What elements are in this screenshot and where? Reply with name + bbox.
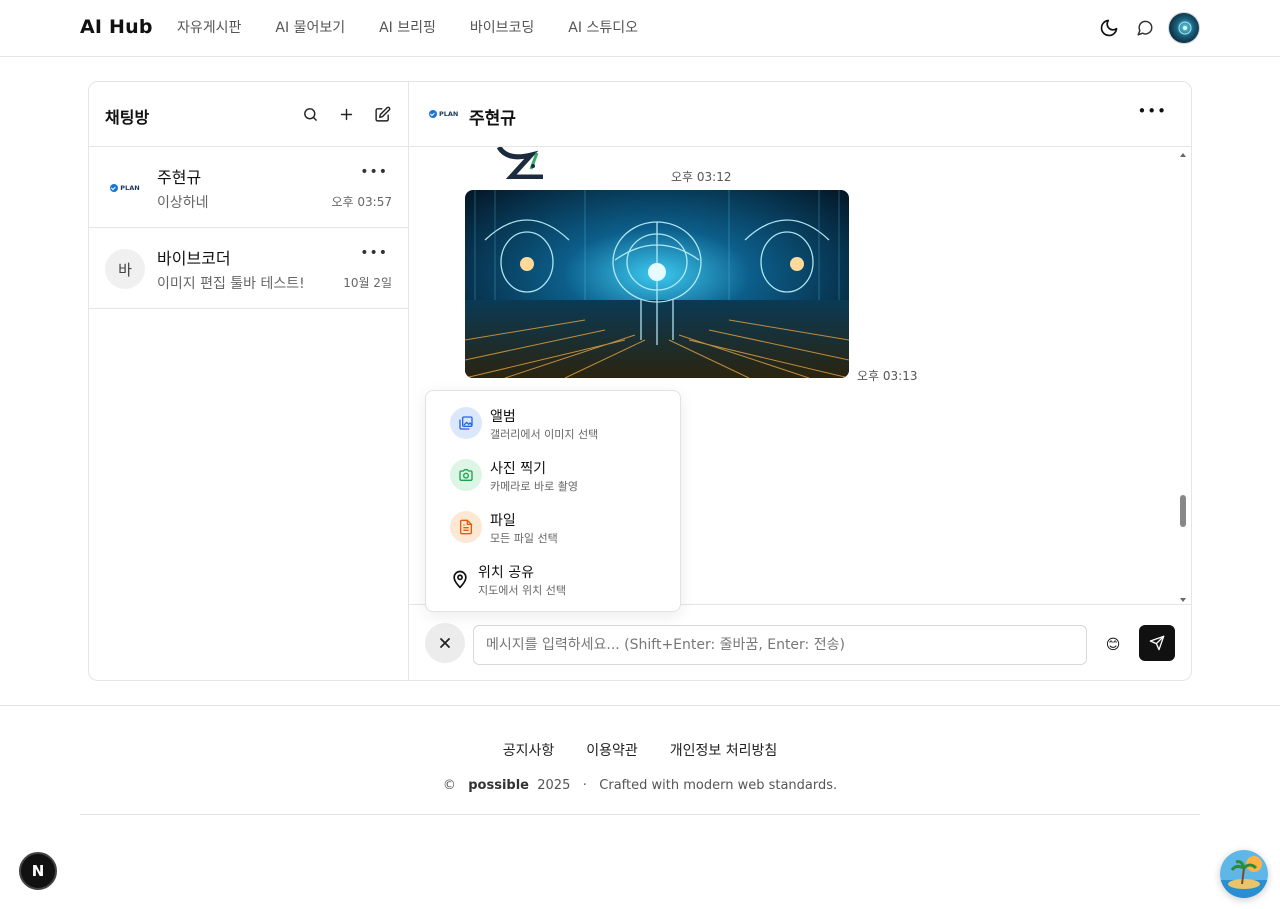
- dark-mode-toggle[interactable]: [1096, 12, 1122, 44]
- send-icon: [1149, 635, 1165, 651]
- room-avatar: PLAN: [105, 168, 145, 208]
- search-button[interactable]: [298, 102, 322, 126]
- ai-brain-image[interactable]: [465, 190, 849, 378]
- nav-ai-ask[interactable]: AI 물어보기: [258, 18, 362, 38]
- message-time: 오후 03:12: [671, 170, 732, 184]
- attach-location[interactable]: 위치 공유 지도에서 위치 선택: [426, 555, 680, 607]
- nav-ai-studio[interactable]: AI 스튜디오: [551, 18, 655, 38]
- sidebar-tools: [298, 102, 394, 126]
- attach-subtitle: 지도에서 위치 선택: [478, 584, 566, 597]
- chat-button[interactable]: [1132, 12, 1158, 44]
- file-icon: [450, 511, 482, 543]
- chat-sidebar: 채팅방 PLAN 주현규 이상하네 오후 03:57 ••• 바 바이브코더 이…: [89, 82, 409, 680]
- close-icon: [440, 638, 450, 648]
- nav-free-board[interactable]: 자유게시판: [160, 18, 258, 38]
- scrollbar-thumb[interactable]: [1180, 495, 1186, 527]
- close-attach-button[interactable]: [425, 623, 465, 663]
- brand-logo[interactable]: AI Hub: [80, 16, 153, 38]
- footer-separator: ·: [582, 778, 587, 793]
- check-icon: [110, 184, 119, 192]
- send-button[interactable]: [1139, 625, 1175, 661]
- footer: 공지사항 이용약관 개인정보 처리방침 © possible 2025 · Cr…: [0, 705, 1280, 815]
- composer: 😊: [409, 604, 1191, 680]
- nav-vibe-coding[interactable]: 바이브코딩: [453, 18, 551, 38]
- emoji-icon[interactable]: 😊: [1101, 633, 1125, 657]
- room-avatar: 바: [105, 249, 145, 289]
- sidebar-header: 채팅방: [89, 82, 408, 147]
- compose-button[interactable]: [370, 102, 394, 126]
- message-time: 오후 03:13: [857, 369, 918, 383]
- attach-title: 파일: [490, 513, 516, 529]
- scrollbar[interactable]: [1179, 152, 1187, 603]
- attach-subtitle: 모든 파일 선택: [490, 532, 558, 545]
- divider: [80, 814, 1200, 815]
- chat-header: PLAN 주현규 •••: [409, 82, 1191, 147]
- chat-partner-name: 주현규: [469, 109, 516, 129]
- attach-file[interactable]: 파일 모든 파일 선택: [426, 503, 680, 555]
- more-icon[interactable]: •••: [360, 245, 388, 261]
- more-icon[interactable]: •••: [360, 164, 388, 180]
- footer-link-privacy[interactable]: 개인정보 처리방침: [670, 740, 778, 760]
- room-name: 주현규: [157, 168, 202, 187]
- attach-title: 앨범: [490, 409, 516, 425]
- sidebar-title: 채팅방: [105, 108, 150, 127]
- footer-link-notice[interactable]: 공지사항: [503, 740, 555, 760]
- nav-ai-briefing[interactable]: AI 브리핑: [362, 18, 453, 38]
- chat-options-icon[interactable]: •••: [1137, 102, 1167, 120]
- gallery-icon: [450, 407, 482, 439]
- footer-links: 공지사항 이용약관 개인정보 처리방침: [0, 740, 1280, 760]
- room-last-message: 이미지 편집 툴바 테스트!: [157, 276, 305, 292]
- attach-album[interactable]: 앨범 갤러리에서 이미지 선택: [426, 399, 680, 451]
- attach-subtitle: 카메라로 바로 촬영: [490, 480, 578, 493]
- footer-year: 2025: [537, 778, 571, 793]
- attach-title: 위치 공유: [478, 565, 534, 581]
- chat-plan-logo: PLAN: [429, 110, 458, 118]
- header-actions: [1096, 12, 1200, 44]
- room-item[interactable]: PLAN 주현규 이상하네 오후 03:57 •••: [89, 147, 408, 228]
- plus-icon: [340, 108, 352, 120]
- room-item[interactable]: 바 바이브코더 이미지 편집 툴바 테스트! 10월 2일 •••: [89, 228, 408, 309]
- search-icon: [303, 107, 317, 121]
- map-pin-icon: [450, 569, 470, 593]
- check-icon: [429, 110, 437, 118]
- message-circle-icon: [1137, 20, 1153, 36]
- attach-title: 사진 찍기: [490, 461, 546, 477]
- copyright: © possible 2025 · Crafted with modern we…: [0, 778, 1280, 793]
- attach-menu: 앨범 갤러리에서 이미지 선택 사진 찍기 카메라로 바로 촬영 파일 모든 파…: [425, 390, 681, 612]
- partial-image: [497, 147, 543, 179]
- attach-camera[interactable]: 사진 찍기 카메라로 바로 촬영: [426, 451, 680, 503]
- room-time: 오후 03:57: [331, 195, 392, 209]
- footer-tagline: Crafted with modern web standards.: [599, 778, 838, 793]
- attach-subtitle: 갤러리에서 이미지 선택: [490, 428, 599, 441]
- plan-logo-text: PLAN: [439, 110, 459, 118]
- room-name: 바이브코더: [157, 249, 231, 268]
- message-input[interactable]: [473, 625, 1087, 665]
- island-avatar-button[interactable]: [1220, 850, 1268, 898]
- camera-icon: [450, 459, 482, 491]
- footer-link-terms[interactable]: 이용약관: [586, 740, 638, 760]
- plan-logo: PLAN: [110, 184, 140, 192]
- nextjs-dev-badge[interactable]: N: [19, 852, 57, 890]
- plan-logo-text: PLAN: [120, 184, 140, 192]
- moon-icon: [1100, 19, 1118, 37]
- room-time: 10월 2일: [343, 276, 392, 290]
- main-nav: 자유게시판 AI 물어보기 AI 브리핑 바이브코딩 AI 스튜디오: [160, 18, 655, 38]
- room-last-message: 이상하네: [157, 195, 209, 211]
- footer-brand: possible: [468, 778, 529, 793]
- copyright-symbol: ©: [442, 778, 456, 793]
- edit-icon: [374, 106, 390, 122]
- add-room-button[interactable]: [334, 102, 358, 126]
- user-avatar[interactable]: [1168, 12, 1200, 44]
- top-navbar: AI Hub 자유게시판 AI 물어보기 AI 브리핑 바이브코딩 AI 스튜디…: [0, 0, 1280, 57]
